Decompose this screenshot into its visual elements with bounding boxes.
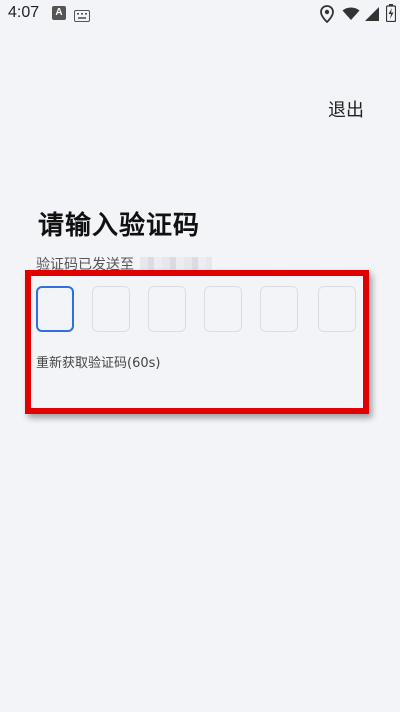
code-sent-prefix: 验证码已发送至 [36,257,134,273]
code-sent-notice: 验证码已发送至 [36,254,212,274]
code-digit-box-6[interactable] [318,286,356,332]
resend-code-link[interactable]: 重新获取验证码(60s) [36,352,160,371]
battery-charging-icon [385,4,397,26]
signal-icon [364,6,380,25]
keyboard-icon [74,7,90,22]
verification-code-input[interactable] [36,286,360,334]
page-title: 请输入验证码 [38,211,201,241]
code-digit-box-3[interactable] [148,286,186,332]
location-icon [320,5,334,27]
status-bar: 4:07 A [0,0,400,28]
code-digit-box-5[interactable] [260,286,298,332]
exit-button[interactable]: 退出 [328,96,364,122]
code-digit-box-2[interactable] [92,286,130,332]
status-time: 4:07 [8,4,40,21]
accessibility-app-icon: A [52,6,66,20]
wifi-icon [342,6,360,25]
masked-phone-number [140,257,212,271]
code-digit-box-1[interactable] [36,286,74,332]
code-digit-box-4[interactable] [204,286,242,332]
